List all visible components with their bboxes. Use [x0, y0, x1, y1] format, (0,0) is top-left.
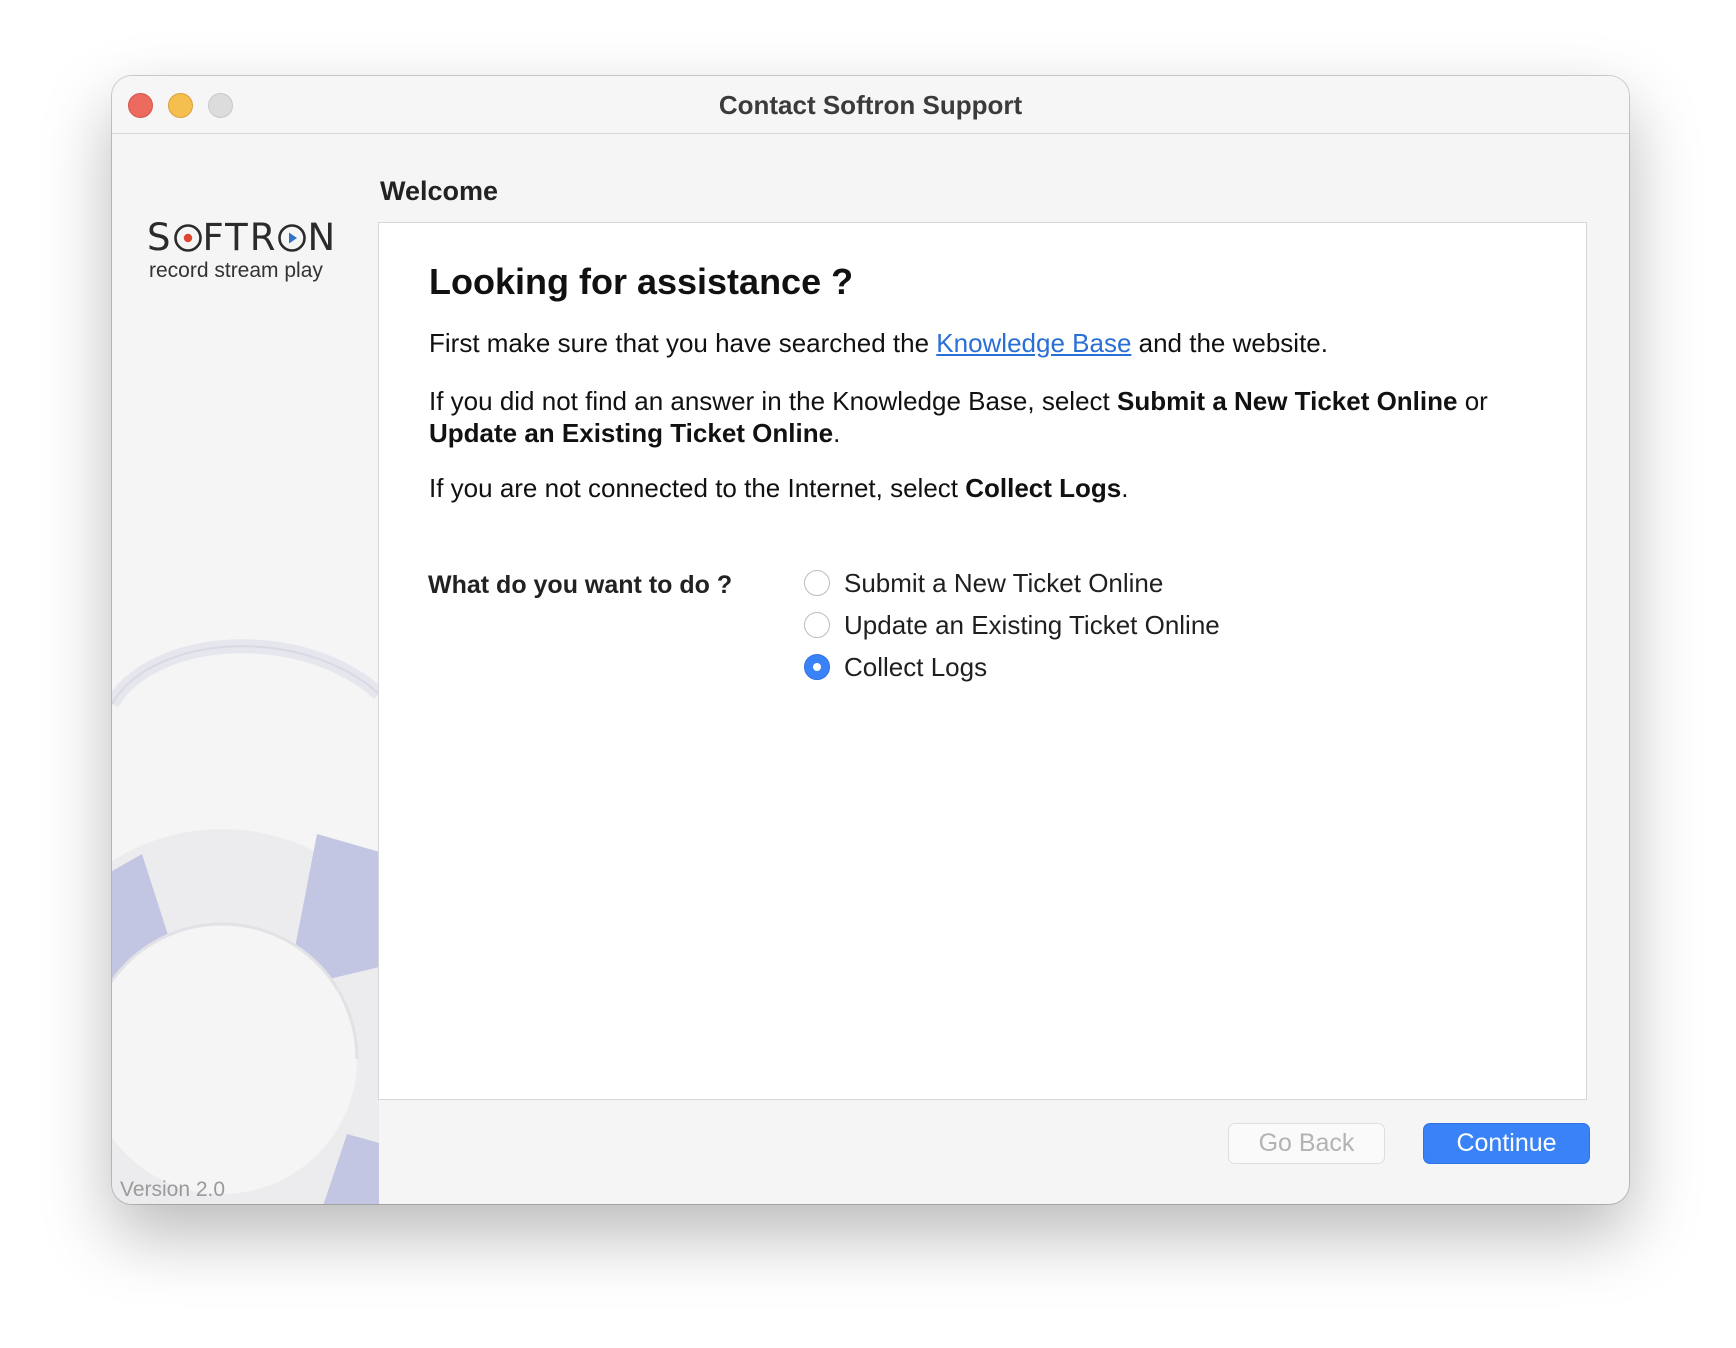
lifebuoy-illustration: Version 2.0 — [112, 639, 379, 1204]
version-text: Version 2.0 — [120, 1178, 225, 1201]
question-label: What do you want to do ? — [428, 571, 733, 599]
window-title: Contact Softron Support — [718, 90, 1023, 120]
option-submit-new-ticket[interactable]: Submit a New Ticket Online — [804, 566, 1163, 600]
logo-tagline: record stream play — [149, 259, 323, 282]
radio-button-selected[interactable] — [804, 654, 830, 680]
sidebar: Version 2.0 S FTR N record stream play — [112, 134, 379, 1204]
option-label: Update an Existing Ticket Online — [844, 609, 1220, 640]
radio-button[interactable] — [804, 570, 830, 596]
support-window: Contact Softron Support Version 2.0 S FTR… — [112, 76, 1629, 1204]
option-update-existing-ticket[interactable]: Update an Existing Ticket Online — [804, 608, 1220, 642]
go-back-button[interactable]: Go Back — [1228, 1123, 1385, 1164]
page-heading: Looking for assistance ? — [429, 261, 854, 302]
option-collect-logs[interactable]: Collect Logs — [804, 650, 987, 684]
instruction-paragraph: If you did not find an answer in the Kno… — [429, 386, 1488, 448]
logo-wordmark: S FTR N — [147, 216, 338, 259]
radio-button[interactable] — [804, 612, 830, 638]
section-title: Welcome — [380, 176, 499, 206]
title-bar[interactable]: Contact Softron Support — [112, 76, 1629, 134]
content-panel: Looking for assistance ? First make sure… — [378, 222, 1587, 1100]
softron-logo: S FTR N record stream play — [147, 218, 347, 284]
offline-paragraph: If you are not connected to the Internet… — [429, 473, 1129, 503]
play-circle-icon — [278, 224, 307, 252]
option-label: Submit a New Ticket Online — [844, 567, 1164, 598]
knowledge-base-link[interactable]: Knowledge Base — [936, 328, 1131, 358]
intro-paragraph: First make sure that you have searched t… — [429, 328, 1328, 358]
record-dot-icon — [173, 224, 202, 252]
option-label: Collect Logs — [844, 651, 988, 682]
continue-button[interactable]: Continue — [1423, 1123, 1590, 1164]
